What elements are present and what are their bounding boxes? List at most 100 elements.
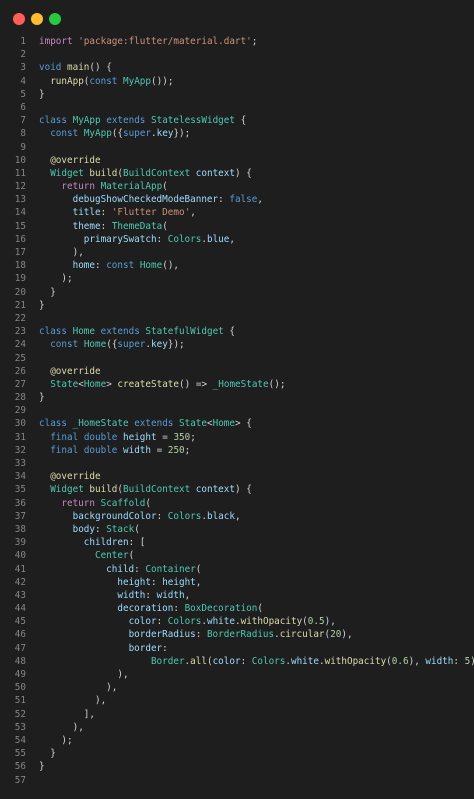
line-number: 27: [14, 378, 26, 390]
line-number: 19: [14, 273, 26, 285]
code-line: 46 borderRadius: BorderRadius.circular(2…: [0, 628, 474, 641]
code-line: 13 debugShowCheckedModeBanner: false,: [0, 193, 474, 206]
code-line: 43 width: width,: [0, 589, 474, 602]
line-number: 32: [14, 444, 26, 456]
code-text: class Home extends StatefulWidget {: [39, 326, 235, 338]
line-number: 50: [14, 682, 26, 694]
line-number: 38: [14, 523, 26, 535]
line-number: 16: [14, 233, 26, 245]
code-line: 52 ],: [0, 708, 474, 721]
code-text: }: [39, 88, 45, 100]
code-text: State<Home> createState() => _HomeState(…: [50, 378, 286, 390]
code-line: 47 border:: [0, 642, 474, 655]
code-line: 15 theme: ThemeData(: [0, 220, 474, 233]
close-icon[interactable]: [13, 13, 25, 25]
code-text: borderRadius: BorderRadius.circular(20),: [128, 629, 353, 641]
line-number: 47: [14, 642, 26, 654]
code-line: 17 ),: [0, 246, 474, 259]
code-text: primarySwatch: Colors.blue,: [83, 233, 235, 245]
code-text: child: Container(: [106, 563, 202, 575]
code-editor[interactable]: 1 import 'package:flutter/material.dart';…: [0, 35, 474, 787]
code-line: 44 decoration: BoxDecoration(: [0, 602, 474, 615]
line-number: 36: [14, 497, 26, 509]
line-number: 44: [14, 603, 26, 615]
code-text: );: [61, 734, 73, 746]
line-number: 5: [20, 88, 26, 100]
code-text: height: height,: [117, 576, 202, 588]
code-line: 8 const MyApp({super.key});: [0, 127, 474, 140]
code-text: ),: [117, 669, 129, 680]
code-line: 38 body: Stack(: [0, 523, 474, 536]
code-text: runApp(const MyApp());: [50, 75, 174, 87]
code-line: 27 State<Home> createState() => _HomeSta…: [0, 378, 474, 391]
line-number: 40: [14, 550, 26, 562]
code-text: @override: [50, 471, 101, 483]
line-number: 54: [14, 734, 26, 746]
line-number: 39: [14, 537, 26, 549]
line-number: 12: [14, 181, 26, 193]
line-number: 21: [14, 299, 26, 311]
code-text: decoration: BoxDecoration(: [117, 603, 263, 615]
code-line: 54 );: [0, 734, 474, 747]
line-number: 7: [20, 115, 26, 127]
line-number: 28: [14, 392, 26, 404]
line-number: 35: [14, 484, 26, 496]
code-line: 35 Widget build(BuildContext context) {: [0, 483, 474, 496]
line-number: 3: [20, 62, 26, 74]
code-text: width: width,: [117, 589, 191, 601]
code-text: ),: [94, 695, 107, 707]
code-line: 41 child: Container(: [0, 563, 474, 576]
code-text: final double width = 250;: [50, 444, 191, 456]
line-number: 55: [14, 748, 26, 760]
line-number: 52: [14, 708, 26, 720]
code-line: 5}: [0, 88, 474, 101]
line-number: 9: [20, 141, 26, 153]
code-text: return Scaffold(: [61, 497, 151, 509]
code-line: 19 );: [0, 272, 474, 285]
line-number: 4: [20, 75, 26, 87]
code-line: 12 return MaterialApp(: [0, 180, 474, 193]
code-line: 55 }: [0, 747, 474, 760]
code-text: color: Colors.white.withOpacity(0.5),: [128, 616, 336, 628]
code-line: 18 home: const Home(),: [0, 259, 474, 272]
code-text: ),: [106, 682, 118, 694]
code-text: const MyApp({super.key});: [50, 128, 191, 140]
code-text: }: [39, 761, 45, 773]
code-text: ],: [83, 708, 95, 720]
line-number: 13: [14, 194, 26, 206]
code-line: 2: [0, 48, 474, 61]
line-number: 10: [14, 154, 26, 166]
code-window: 1 import 'package:flutter/material.dart';…: [0, 0, 474, 799]
code-text: const Home({super.key});: [50, 339, 185, 351]
code-line: 25: [0, 352, 474, 365]
code-line: 24 const Home({super.key});: [0, 338, 474, 351]
line-number: 31: [14, 431, 26, 443]
code-line: 30 class _HomeState extends State<Home> {: [0, 417, 474, 430]
code-line: 33: [0, 457, 474, 470]
line-number: 56: [14, 761, 26, 773]
line-number: 23: [14, 326, 26, 338]
code-line: 32 final double width = 250;: [0, 444, 474, 457]
minimize-icon[interactable]: [31, 13, 43, 25]
maximize-icon[interactable]: [49, 13, 61, 25]
line-number: 37: [14, 510, 26, 522]
code-line: 42 height: height,: [0, 576, 474, 589]
line-number: 53: [14, 721, 26, 733]
code-line: 40 Center(: [0, 549, 474, 562]
code-text: }: [50, 286, 56, 298]
code-text: @override: [50, 154, 101, 166]
line-number: 25: [14, 352, 26, 364]
code-line: 45 color: Colors.white.withOpacity(0.5),: [0, 615, 474, 628]
code-text: @override: [50, 365, 101, 377]
line-number: 15: [14, 220, 26, 232]
code-line: 49 ),: [0, 668, 474, 681]
line-number: 22: [14, 312, 26, 324]
code-text: );: [61, 273, 73, 285]
code-text: children: [: [83, 537, 146, 549]
code-text: class MyApp extends StatelessWidget {: [39, 115, 247, 127]
code-text: home: const Home(),: [72, 260, 180, 272]
line-number: 46: [14, 629, 26, 641]
code-text: backgroundColor: Colors.black,: [72, 510, 241, 522]
code-text: border:: [128, 642, 168, 654]
code-text: import 'package:flutter/material.dart';: [39, 36, 258, 47]
